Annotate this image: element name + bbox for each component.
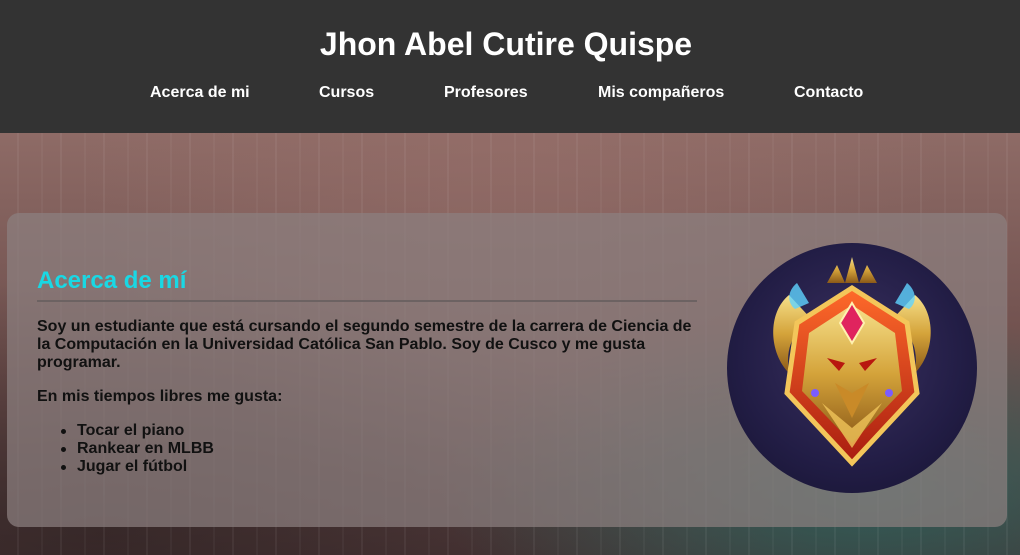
about-heading: Acerca de mí (37, 267, 187, 294)
rank-emblem-icon (773, 257, 931, 467)
nav-item-acerca[interactable]: Acerca de mi (150, 84, 250, 102)
about-panel: Acerca de mí Soy un estudiante que está … (7, 213, 1007, 527)
nav-item-contacto[interactable]: Contacto (794, 84, 863, 102)
list-item: Tocar el piano (37, 422, 437, 440)
about-intro: Soy un estudiante que está cursando el s… (37, 318, 692, 371)
list-item: Rankear en MLBB (37, 440, 437, 458)
site-header: Jhon Abel Cutire Quispe Acerca de mi Cur… (0, 0, 1020, 133)
hobbies-list: Tocar el piano Rankear en MLBB Jugar el … (37, 422, 437, 476)
heading-divider (37, 300, 697, 302)
list-item: Jugar el fútbol (37, 458, 437, 476)
main-nav: Acerca de mi Cursos Profesores Mis compa… (0, 84, 1020, 104)
nav-item-companeros[interactable]: Mis compañeros (598, 84, 724, 102)
profile-avatar (727, 243, 977, 493)
hobbies-intro: En mis tiempos libres me gusta: (37, 388, 283, 405)
site-title: Jhon Abel Cutire Quispe (319, 26, 693, 62)
nav-item-profesores[interactable]: Profesores (444, 84, 528, 102)
nav-item-cursos[interactable]: Cursos (319, 84, 374, 102)
